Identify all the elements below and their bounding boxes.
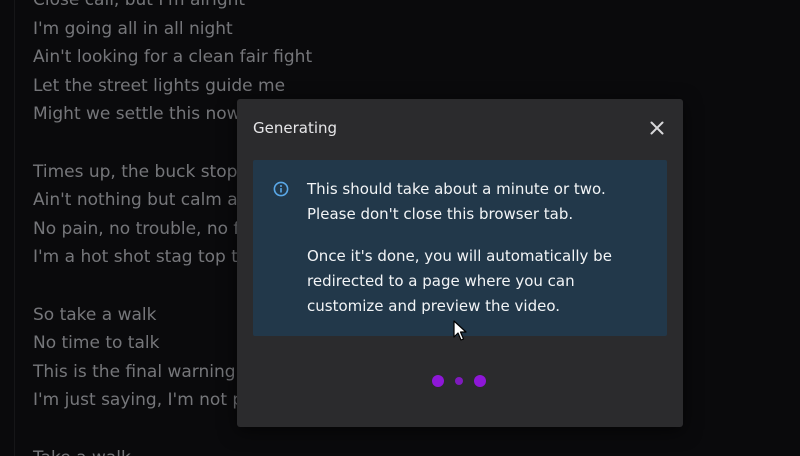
close-icon xyxy=(650,121,664,135)
close-button[interactable] xyxy=(647,118,667,138)
info-icon xyxy=(273,181,289,197)
dialog-title: Generating xyxy=(253,119,338,137)
mouse-cursor-icon xyxy=(453,320,467,341)
info-paragraph-1: This should take about a minute or two. … xyxy=(307,180,606,223)
loading-dots xyxy=(430,374,490,388)
info-paragraph-2: Once it's done, you will automatically b… xyxy=(307,247,612,315)
info-alert: This should take about a minute or two. … xyxy=(253,160,667,336)
generating-dialog: Generating This should take about a minu… xyxy=(237,99,683,427)
loading-dot xyxy=(474,375,486,387)
info-message: This should take about a minute or two. … xyxy=(307,177,652,319)
loading-dot xyxy=(432,375,444,387)
page: Close call, but I'm alright I'm going al… xyxy=(0,0,800,456)
loading-dot xyxy=(455,377,463,385)
